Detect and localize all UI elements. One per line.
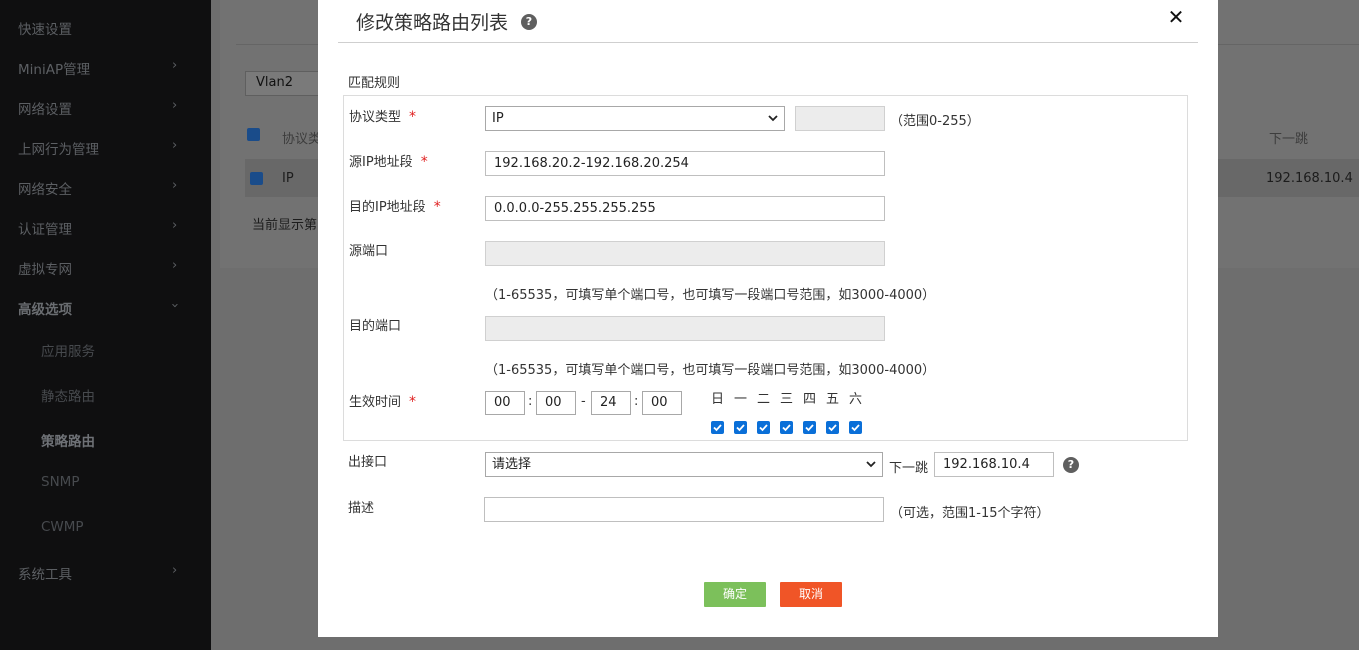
src-port-input[interactable] — [485, 241, 885, 266]
day-label-mon: 一 — [734, 392, 748, 407]
protocol-number-input[interactable] — [795, 106, 885, 131]
match-rules-label: 匹配规则 — [348, 76, 401, 91]
required-mark: * — [420, 154, 428, 170]
out-interface-select[interactable]: 请选择 — [485, 452, 883, 477]
help-icon[interactable]: ? — [1063, 457, 1079, 473]
day-label-sun: 日 — [711, 392, 725, 407]
sidebar-subitem-policy-route[interactable]: 策略路由 — [0, 420, 211, 460]
description-hint: （可选，范围1-15个字符） — [890, 506, 1050, 521]
day-checkbox-sun[interactable] — [711, 421, 724, 434]
sidebar-item-behavior[interactable]: 上网行为管理 › — [0, 128, 211, 168]
effective-time-label: 生效时间 * — [349, 394, 417, 410]
time-dash: - — [581, 394, 586, 409]
time-colon: : — [528, 394, 533, 409]
sidebar-item-advanced[interactable]: 高级选项 › — [0, 288, 211, 328]
sidebar-subitem-snmp[interactable]: SNMP — [0, 464, 211, 504]
sidebar-item-vpn[interactable]: 虚拟专网 › — [0, 248, 211, 288]
row-next-hop: 192.168.10.4 — [1266, 171, 1353, 186]
chevron-right-icon: › — [172, 58, 178, 73]
end-hour-input[interactable]: 24 — [591, 391, 631, 415]
chevron-right-icon: › — [172, 138, 178, 153]
title-divider — [338, 42, 1198, 43]
src-ip-input[interactable]: 192.168.20.2-192.168.20.254 — [485, 151, 885, 176]
sidebar-item-miniap[interactable]: MiniAP管理 › — [0, 48, 211, 88]
description-input[interactable] — [484, 497, 884, 522]
check-icon — [782, 424, 791, 432]
time-colon: : — [634, 394, 639, 409]
protocol-type-select[interactable]: IP — [485, 106, 785, 131]
src-port-label: 源端口 — [349, 244, 389, 259]
dst-port-label: 目的端口 — [349, 319, 402, 334]
next-hop-label: 下一跳 — [889, 461, 929, 476]
chevron-right-icon: › — [172, 563, 178, 578]
sidebar-item-system-tools[interactable]: 系统工具 › — [0, 553, 211, 593]
sidebar-item-security[interactable]: 网络安全 › — [0, 168, 211, 208]
day-checkbox-fri[interactable] — [826, 421, 839, 434]
edit-policy-route-dialog: 修改策略路由列表 ? ✕ 匹配规则 协议类型 * IP （范围0-255） 源IP… — [318, 0, 1218, 637]
sidebar-item-network[interactable]: 网络设置 › — [0, 88, 211, 128]
check-icon — [759, 424, 768, 432]
day-label-tue: 二 — [757, 392, 771, 407]
sidebar-subitem-cwmp[interactable]: CWMP — [0, 509, 211, 549]
day-label-wed: 三 — [780, 392, 794, 407]
protocol-type-label: 协议类型 * — [349, 109, 417, 125]
check-icon — [828, 424, 837, 432]
table-header-next-hop: 下一跳 — [1269, 132, 1309, 147]
check-icon — [736, 424, 745, 432]
close-icon[interactable]: ✕ — [1166, 6, 1186, 28]
chevron-right-icon: › — [172, 258, 178, 273]
sidebar: 快速设置 MiniAP管理 › 网络设置 › 上网行为管理 › 网络安全 › 认证管理 ›… — [0, 0, 211, 650]
required-mark: * — [433, 199, 441, 215]
help-icon[interactable]: ? — [521, 14, 537, 30]
chevron-down-icon — [768, 115, 778, 122]
day-label-sat: 六 — [849, 392, 863, 407]
chevron-right-icon: › — [172, 218, 178, 233]
pagination-info: 当前显示第1 — [252, 218, 326, 233]
dst-port-input[interactable] — [485, 316, 885, 341]
sidebar-subitem-app-service[interactable]: 应用服务 — [0, 330, 211, 370]
day-label-thu: 四 — [803, 392, 817, 407]
dst-port-hint: （1-65535，可填写单个端口号，也可填写一段端口号范围，如3000-4000… — [485, 363, 936, 378]
start-minute-input[interactable]: 00 — [536, 391, 576, 415]
next-hop-input[interactable]: 192.168.10.4 — [934, 452, 1054, 477]
check-icon — [851, 424, 860, 432]
end-minute-input[interactable]: 00 — [642, 391, 682, 415]
dst-ip-input[interactable]: 0.0.0.0-255.255.255.255 — [485, 196, 885, 221]
table-header-protocol: 协议类 — [282, 132, 322, 147]
dst-ip-label: 目的IP地址段 * — [349, 199, 441, 215]
src-port-hint: （1-65535，可填写单个端口号，也可填写一段端口号范围，如3000-4000… — [485, 288, 936, 303]
chevron-down-icon — [866, 461, 876, 468]
row-protocol: IP — [282, 171, 294, 186]
day-checkbox-thu[interactable] — [803, 421, 816, 434]
chevron-down-icon: › — [167, 302, 183, 309]
required-mark: * — [409, 394, 417, 410]
check-icon — [805, 424, 814, 432]
sidebar-subitem-static-route[interactable]: 静态路由 — [0, 375, 211, 415]
protocol-range-hint: （范围0-255） — [890, 114, 980, 129]
out-interface-label: 出接口 — [348, 455, 388, 470]
sidebar-item-auth[interactable]: 认证管理 › — [0, 208, 211, 248]
chevron-right-icon: › — [172, 178, 178, 193]
dialog-title: 修改策略路由列表 — [356, 12, 509, 34]
day-label-fri: 五 — [826, 392, 840, 407]
description-label: 描述 — [348, 501, 375, 516]
src-ip-label: 源IP地址段 * — [349, 154, 428, 170]
select-all-checkbox[interactable] — [247, 128, 260, 141]
day-checkbox-wed[interactable] — [780, 421, 793, 434]
day-checkbox-tue[interactable] — [757, 421, 770, 434]
start-hour-input[interactable]: 00 — [485, 391, 525, 415]
confirm-button[interactable]: 确定 — [704, 582, 766, 607]
sidebar-item-quick-setup[interactable]: 快速设置 — [0, 8, 211, 48]
check-icon — [713, 424, 722, 432]
day-checkbox-sat[interactable] — [849, 421, 862, 434]
cancel-button[interactable]: 取消 — [780, 582, 842, 607]
required-mark: * — [409, 109, 417, 125]
day-checkbox-mon[interactable] — [734, 421, 747, 434]
row-checkbox[interactable] — [250, 172, 263, 185]
chevron-right-icon: › — [172, 98, 178, 113]
